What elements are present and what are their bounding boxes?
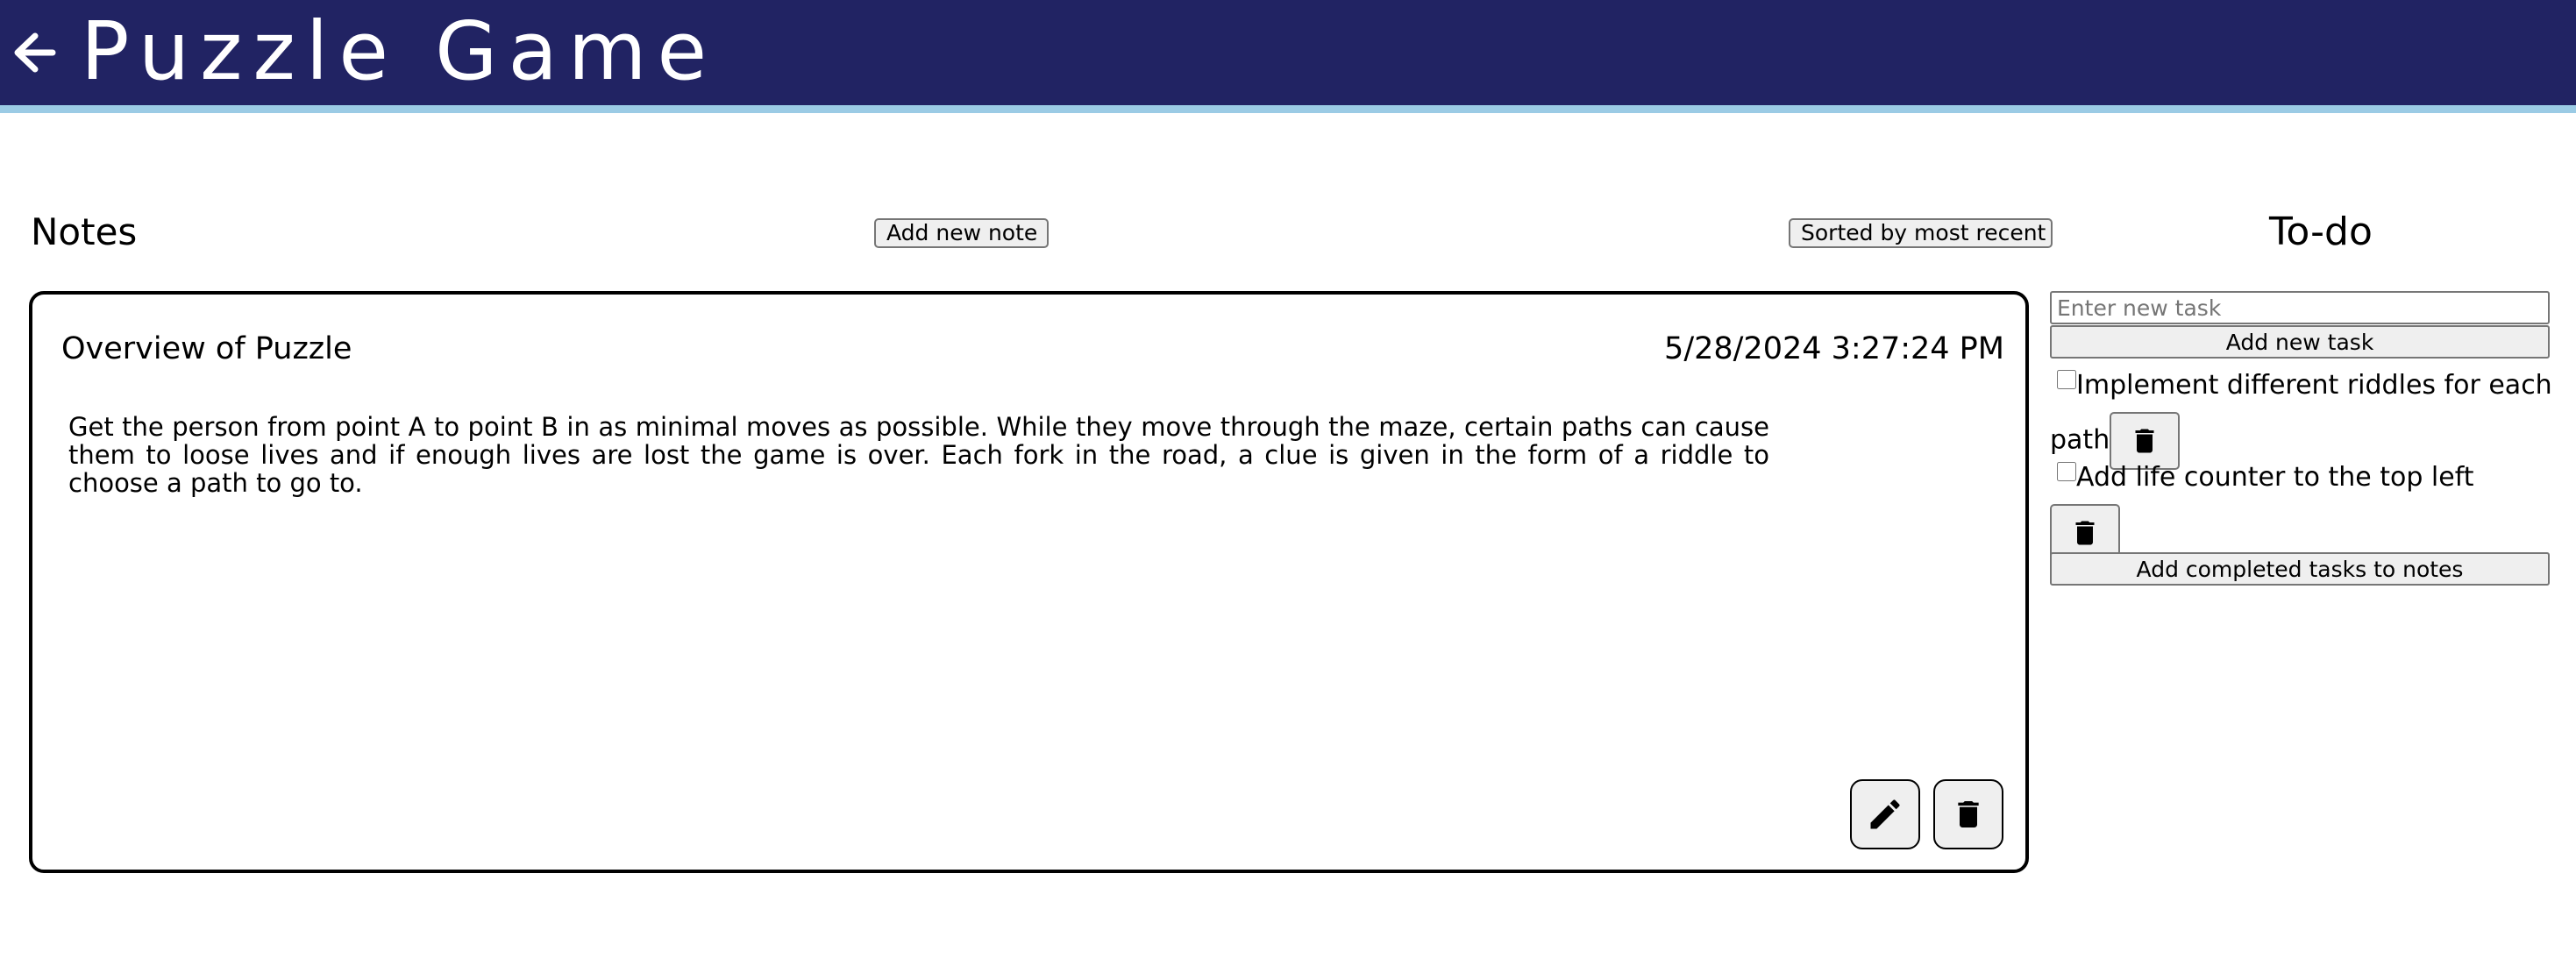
task-checkbox[interactable] [2057, 462, 2076, 481]
add-task-button[interactable]: Add new task [2050, 325, 2550, 359]
task-label: Add life counter to the top left [2076, 462, 2474, 493]
edit-note-button[interactable] [1850, 779, 1920, 849]
new-task-input[interactable] [2050, 291, 2550, 324]
notes-heading: Notes [31, 210, 138, 253]
task-checkbox[interactable] [2057, 370, 2076, 389]
trash-icon [1958, 801, 1979, 827]
todo-item: Add life counter to the top left [2050, 451, 2558, 562]
todo-heading: To-do [2269, 210, 2373, 254]
note-card: Overview of Puzzle 5/28/2024 3:27:24 PM … [29, 291, 2029, 873]
arrow-left-icon[interactable] [12, 26, 56, 79]
delete-note-button[interactable] [1933, 779, 2003, 849]
add-completed-tasks-button[interactable]: Add completed tasks to notes [2050, 552, 2550, 586]
app-title: Puzzle Game [81, 4, 718, 98]
trash-icon [2075, 521, 2095, 545]
sort-button[interactable]: Sorted by most recent [1789, 218, 2053, 248]
add-note-button[interactable]: Add new note [874, 218, 1049, 248]
note-title: Overview of Puzzle [61, 331, 352, 366]
note-date: 5/28/2024 3:27:24 PM [1664, 331, 2004, 366]
app-header: Puzzle Game [0, 0, 2576, 113]
pencil-icon [1870, 799, 1900, 829]
note-body: Get the person from point A to point B i… [68, 412, 1769, 498]
